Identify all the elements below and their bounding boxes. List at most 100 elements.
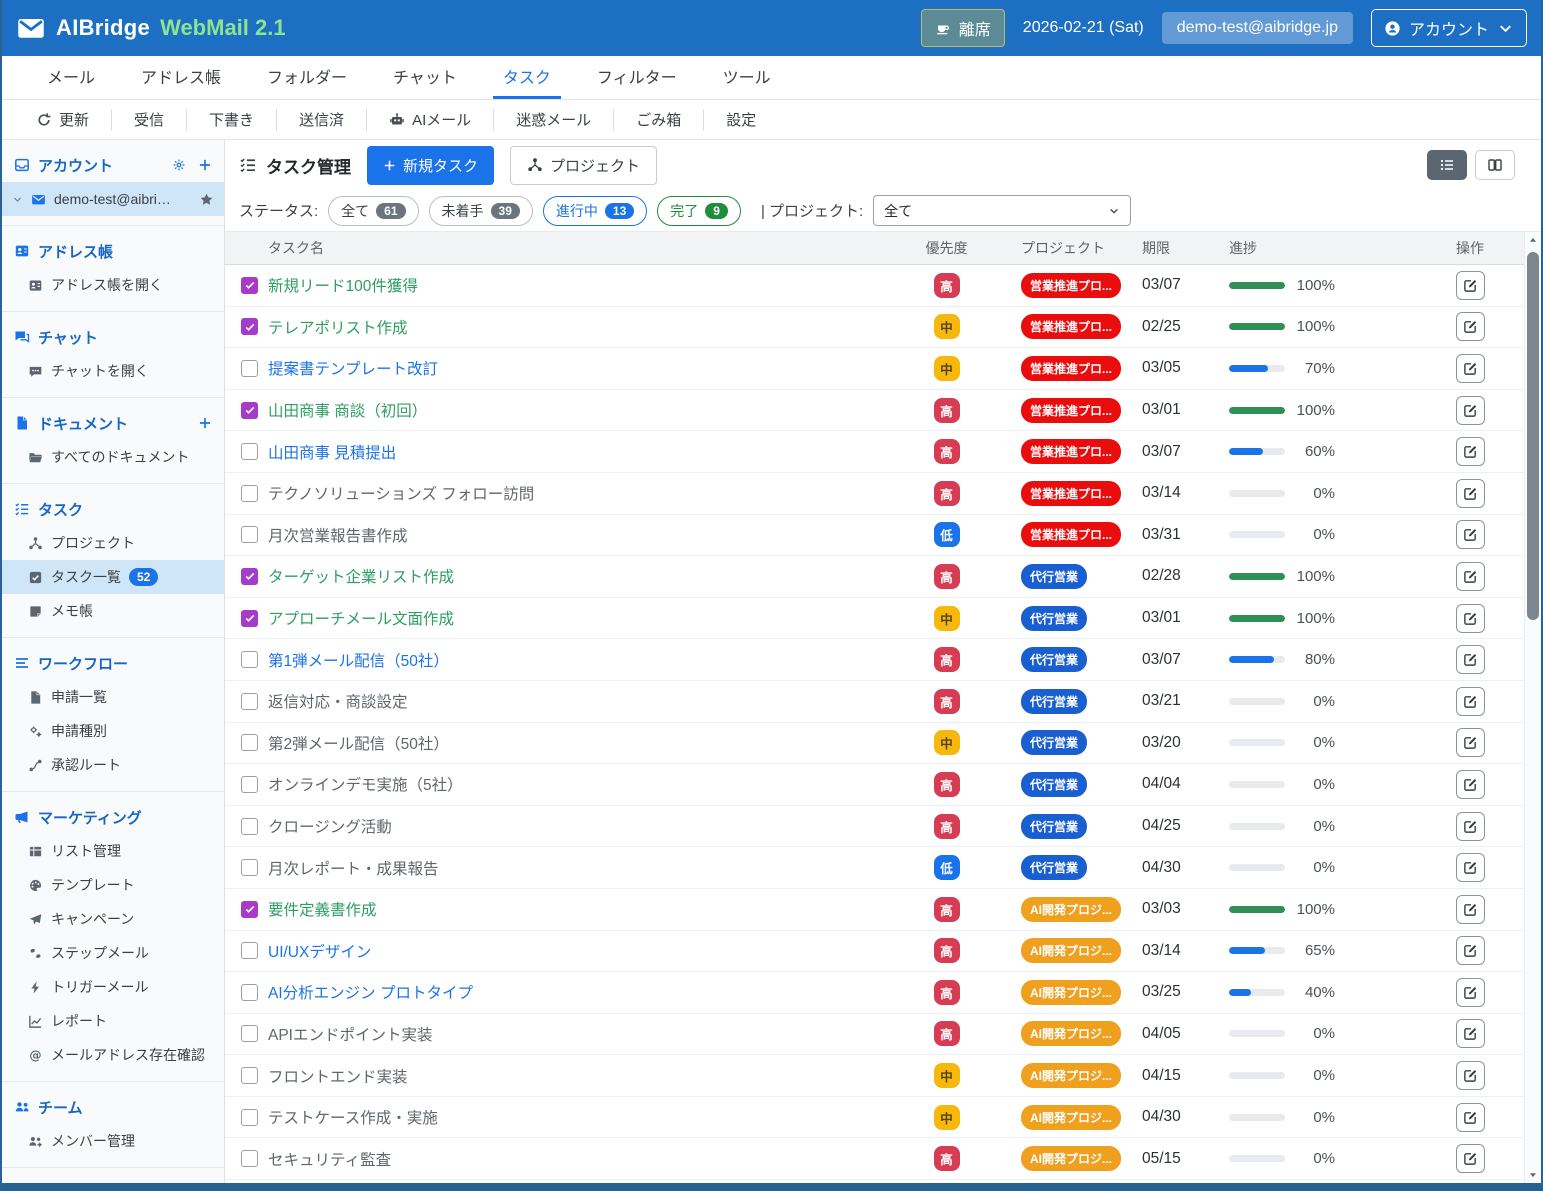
task-checkbox[interactable] xyxy=(241,818,258,835)
sidebar-item-reports[interactable]: レポート xyxy=(2,1004,224,1038)
edit-task-button[interactable] xyxy=(1456,562,1485,591)
tab-chat[interactable]: チャット xyxy=(383,56,467,99)
task-name-link[interactable]: UI/UXデザイン xyxy=(268,944,371,961)
sidebar-item-notes[interactable]: メモ帳 xyxy=(2,594,224,628)
sidebar-header-tasks[interactable]: タスク xyxy=(2,492,224,526)
task-name-link[interactable]: 月次営業報告書作成 xyxy=(268,528,408,545)
edit-task-button[interactable] xyxy=(1456,853,1485,882)
project-filter-select[interactable]: 全て xyxy=(873,195,1131,226)
sidebar-item-campaigns[interactable]: キャンペーン xyxy=(2,902,224,936)
sidebar-item-step-mail[interactable]: ステップメール xyxy=(2,936,224,970)
edit-task-button[interactable] xyxy=(1456,895,1485,924)
task-checkbox[interactable] xyxy=(241,1109,258,1126)
task-checkbox[interactable] xyxy=(241,402,258,419)
task-name-link[interactable]: テストケース作成・実施 xyxy=(268,1110,438,1127)
task-name-link[interactable]: ターゲット企業リスト作成 xyxy=(268,569,454,586)
project-button[interactable]: プロジェクト xyxy=(510,146,657,185)
sidebar-header-documents[interactable]: ドキュメント xyxy=(2,406,224,440)
task-checkbox[interactable] xyxy=(241,360,258,377)
sidebar-header-marketing[interactable]: マーケティング xyxy=(2,800,224,834)
task-name-link[interactable]: 提案書テンプレート改訂 xyxy=(268,361,438,378)
status-filter-all[interactable]: 全て61 xyxy=(328,196,418,226)
sidebar-header-account[interactable]: アカウント xyxy=(2,148,224,182)
task-name-link[interactable]: フロントエンド実装 xyxy=(268,1069,408,1086)
edit-task-button[interactable] xyxy=(1456,354,1485,383)
sidebar-item-open-addressbook[interactable]: アドレス帳を開く xyxy=(2,268,224,302)
edit-task-button[interactable] xyxy=(1456,812,1485,841)
new-task-button[interactable]: 新規タスク xyxy=(367,146,494,185)
edit-task-button[interactable] xyxy=(1456,1061,1485,1090)
edit-task-button[interactable] xyxy=(1456,936,1485,965)
add-document-icon[interactable] xyxy=(198,416,212,430)
sidebar-header-senders[interactable]: 送信者 xyxy=(2,1176,224,1183)
sidebar-item-request-list[interactable]: 申請一覧 xyxy=(2,680,224,714)
task-name-link[interactable]: クロージング活動 xyxy=(268,819,392,836)
task-checkbox[interactable] xyxy=(241,901,258,918)
sidebar-item-task-list[interactable]: タスク一覧52 xyxy=(2,560,224,594)
task-checkbox[interactable] xyxy=(241,485,258,502)
status-filter-progress[interactable]: 進行中13 xyxy=(543,196,647,226)
task-checkbox[interactable] xyxy=(241,526,258,543)
task-checkbox[interactable] xyxy=(241,277,258,294)
away-status-button[interactable]: 離席 xyxy=(921,9,1005,47)
task-checkbox[interactable] xyxy=(241,443,258,460)
sidebar-item-request-types[interactable]: 申請種別 xyxy=(2,714,224,748)
sidebar-header-team[interactable]: チーム xyxy=(2,1090,224,1124)
task-name-link[interactable]: テクノソリューションズ フォロー訪問 xyxy=(268,486,534,503)
sidebar-item-list-management[interactable]: リスト管理 xyxy=(2,834,224,868)
task-checkbox[interactable] xyxy=(241,693,258,710)
task-name-link[interactable]: 山田商事 商談（初回） xyxy=(268,403,427,420)
edit-task-button[interactable] xyxy=(1456,1144,1485,1173)
view-toggle-list-view[interactable] xyxy=(1427,150,1467,180)
sidebar-header-chat[interactable]: チャット xyxy=(2,320,224,354)
edit-task-button[interactable] xyxy=(1456,396,1485,425)
account-settings-gear-icon[interactable] xyxy=(172,158,186,172)
status-filter-todo[interactable]: 未着手39 xyxy=(429,196,533,226)
toolbar-inbox-button[interactable]: 受信 xyxy=(112,109,187,131)
sidebar-item-all-documents[interactable]: すべてのドキュメント xyxy=(2,440,224,474)
scrollbar-track[interactable] xyxy=(1525,248,1541,1167)
task-checkbox[interactable] xyxy=(241,610,258,627)
task-name-link[interactable]: 山田商事 見積提出 xyxy=(268,445,396,462)
task-name-link[interactable]: セキュリティ監査 xyxy=(268,1152,391,1169)
edit-task-button[interactable] xyxy=(1456,271,1485,300)
edit-task-button[interactable] xyxy=(1456,645,1485,674)
toolbar-drafts-button[interactable]: 下書き xyxy=(187,109,277,131)
task-name-link[interactable]: 返信対応・商談設定 xyxy=(268,694,408,711)
edit-task-button[interactable] xyxy=(1456,687,1485,716)
task-checkbox[interactable] xyxy=(241,734,258,751)
task-name-link[interactable]: AI分析エンジン プロトタイプ xyxy=(268,985,473,1002)
task-name-link[interactable]: オンラインデモ実施（5社） xyxy=(268,777,463,794)
task-name-link[interactable]: 第2弾メール配信（50社） xyxy=(268,736,449,753)
sidebar-item-trigger-mail[interactable]: トリガーメール xyxy=(2,970,224,1004)
sidebar-item-approval-routes[interactable]: 承認ルート xyxy=(2,748,224,782)
tab-addressbook[interactable]: アドレス帳 xyxy=(131,56,231,99)
edit-task-button[interactable] xyxy=(1456,728,1485,757)
scrollbar-down-button[interactable] xyxy=(1525,1167,1541,1183)
task-checkbox[interactable] xyxy=(241,776,258,793)
task-checkbox[interactable] xyxy=(241,859,258,876)
account-menu-button[interactable]: アカウント xyxy=(1371,9,1527,47)
task-checkbox[interactable] xyxy=(241,984,258,1001)
task-name-link[interactable]: 要件定義書作成 xyxy=(268,902,377,919)
task-name-link[interactable]: テレアポリスト作成 xyxy=(268,320,408,337)
sidebar-header-addressbook[interactable]: アドレス帳 xyxy=(2,234,224,268)
edit-task-button[interactable] xyxy=(1456,312,1485,341)
tab-filters[interactable]: フィルター xyxy=(587,56,687,99)
tab-mail[interactable]: メール xyxy=(37,56,105,99)
edit-task-button[interactable] xyxy=(1456,520,1485,549)
toolbar-ai-mail-button[interactable]: AIメール xyxy=(367,109,494,131)
add-account-icon[interactable] xyxy=(198,158,212,172)
toolbar-spam-button[interactable]: 迷惑メール xyxy=(494,109,614,131)
view-toggle-board-view[interactable] xyxy=(1475,150,1515,180)
scrollbar-thumb[interactable] xyxy=(1527,252,1539,620)
sidebar-item-account-demo[interactable]: demo-test@aibri… xyxy=(2,182,224,216)
sidebar-item-email-verify[interactable]: @メールアドレス存在確認 xyxy=(2,1038,224,1072)
edit-task-button[interactable] xyxy=(1456,1103,1485,1132)
task-checkbox[interactable] xyxy=(241,1067,258,1084)
edit-task-button[interactable] xyxy=(1456,437,1485,466)
sidebar-item-open-chat[interactable]: チャットを開く xyxy=(2,354,224,388)
task-name-link[interactable]: 月次レポート・成果報告 xyxy=(268,861,439,878)
toolbar-trash-button[interactable]: ごみ箱 xyxy=(614,109,704,131)
sidebar-item-projects[interactable]: プロジェクト xyxy=(2,526,224,560)
